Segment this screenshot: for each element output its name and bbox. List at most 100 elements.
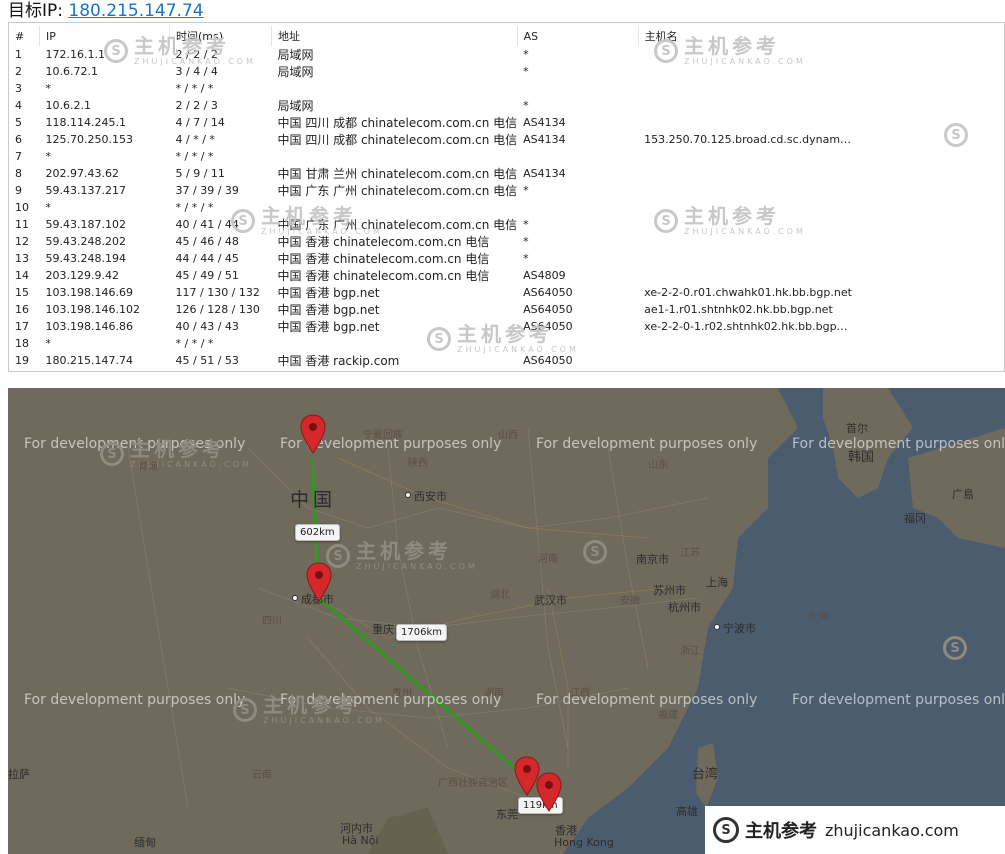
table-row[interactable]: 6 125.70.250.153 4 / * / * 中国 四川 成都 chinate… bbox=[9, 131, 852, 148]
hop-cell: 2 bbox=[15, 65, 22, 78]
table-row[interactable]: 19 180.215.147.74 45 / 51 / 53 中国 香港 rackip… bbox=[9, 352, 852, 369]
target-ip-label: 目标IP: bbox=[8, 1, 63, 21]
column-header-ip[interactable]: IP bbox=[39, 26, 170, 46]
as-cell: AS4134 bbox=[523, 167, 566, 180]
as-cell: AS64050 bbox=[523, 320, 573, 333]
table-row[interactable]: 8 202.97.43.62 5 / 9 / 11 中国 甘肃 兰州 chinatel… bbox=[9, 165, 852, 182]
time-cell: 5 / 9 / 11 bbox=[175, 167, 225, 180]
ip-cell: 180.215.147.74 bbox=[45, 354, 133, 367]
circle-s-icon: S bbox=[944, 123, 968, 147]
hop-cell: 14 bbox=[15, 269, 29, 282]
province-label: 山东 bbox=[648, 460, 668, 471]
hostname-cell bbox=[638, 165, 852, 182]
city-label: 武汉市 bbox=[534, 594, 567, 607]
as-cell: AS64050 bbox=[523, 286, 573, 299]
ip-cell: 59.43.187.102 bbox=[45, 218, 126, 231]
hostname-cell bbox=[638, 267, 852, 284]
hostname-cell bbox=[638, 63, 852, 80]
province-label: 宁夏回族 bbox=[363, 430, 403, 441]
table-row[interactable]: 12 59.43.248.202 45 / 46 / 48 中国 香港 chinate… bbox=[9, 233, 852, 250]
as-cell: AS64050 bbox=[523, 303, 573, 316]
distance-label: 1706km bbox=[396, 624, 447, 641]
hop-cell: 13 bbox=[15, 252, 29, 265]
province-label: 四川 bbox=[262, 616, 282, 627]
city-label: 重庆 bbox=[372, 623, 394, 636]
hop-cell: 4 bbox=[15, 99, 22, 112]
column-header-hostname[interactable]: 主机名 bbox=[638, 26, 852, 46]
province-label: 贵州 bbox=[392, 688, 412, 699]
ip-cell: * bbox=[45, 337, 52, 350]
table-row[interactable]: 15 103.198.146.69 117 / 130 / 132 中国 香港 bgp… bbox=[9, 284, 852, 301]
hostname-cell bbox=[638, 233, 852, 250]
as-cell bbox=[517, 148, 638, 165]
hop-cell: 9 bbox=[15, 184, 22, 197]
map-pin-icon[interactable] bbox=[306, 562, 332, 602]
address-cell: 中国 香港 bgp.net bbox=[277, 320, 380, 334]
table-row[interactable]: 9 59.43.137.217 37 / 39 / 39 中国 广东 广州 china… bbox=[9, 182, 852, 199]
map-pin-icon[interactable] bbox=[300, 414, 326, 454]
table-row[interactable]: 17 103.198.146.86 40 / 43 / 43 中国 香港 bgp.ne… bbox=[9, 318, 852, 335]
time-cell: 2 / 2 / 3 bbox=[175, 99, 218, 112]
address-cell: 局域网 bbox=[277, 48, 314, 62]
table-row[interactable]: 5 118.114.245.1 4 / 7 / 14 中国 四川 成都 chinate… bbox=[9, 114, 852, 131]
table-row[interactable]: 13 59.43.248.194 44 / 44 / 45 中国 香港 chinate… bbox=[9, 250, 852, 267]
city-label: Hà Nội bbox=[342, 834, 379, 847]
hop-cell: 6 bbox=[15, 133, 22, 146]
hostname-cell bbox=[638, 216, 852, 233]
watermark-logo: S bbox=[944, 123, 968, 147]
table-row[interactable]: 16 103.198.146.102 126 / 128 / 130 中国 香港 bg… bbox=[9, 301, 852, 318]
island-label-taiwan: 台湾 bbox=[692, 767, 719, 782]
route-map[interactable]: For development purposes only For develo… bbox=[8, 388, 1005, 854]
table-header-row: # IP 时间(ms) 地址 AS 主机名 bbox=[9, 26, 852, 46]
table-row[interactable]: 4 10.6.2.1 2 / 2 / 3 局域网 * bbox=[9, 97, 852, 114]
table-row[interactable]: 2 10.6.72.1 3 / 4 / 4 局域网 * bbox=[9, 63, 852, 80]
table-row[interactable]: 7 * * / * / * bbox=[9, 148, 852, 165]
hop-cell: 5 bbox=[15, 116, 22, 129]
target-ip-link[interactable]: 180.215.147.74 bbox=[68, 1, 203, 21]
as-cell: * bbox=[523, 48, 529, 61]
table-row[interactable]: 14 203.129.9.42 45 / 49 / 51 中国 香港 chinatel… bbox=[9, 267, 852, 284]
hostname-cell: ae1-1.r01.shtnhk02.hk.bb.bgp.net bbox=[644, 303, 833, 316]
hostname-cell: xe-2-2-0.r01.chwahk01.hk.bb.bgp.net bbox=[644, 286, 852, 299]
table-row[interactable]: 11 59.43.187.102 40 / 41 / 44 中国 广东 广州 chin… bbox=[9, 216, 852, 233]
column-header-address[interactable]: 地址 bbox=[271, 26, 518, 46]
ip-cell: * bbox=[45, 201, 52, 214]
distance-label: 602km bbox=[295, 524, 340, 541]
city-label: 南京市 bbox=[636, 553, 669, 566]
table-row[interactable]: 10 * * / * / * bbox=[9, 199, 852, 216]
ip-cell: * bbox=[45, 82, 52, 95]
map-pin-icon[interactable] bbox=[536, 772, 562, 812]
column-header-time[interactable]: 时间(ms) bbox=[169, 26, 272, 46]
hop-cell: 7 bbox=[15, 150, 22, 163]
hostname-cell bbox=[638, 250, 852, 267]
column-header-hop[interactable]: # bbox=[9, 26, 40, 46]
address-cell: 局域网 bbox=[277, 65, 314, 79]
province-label: 广西壮族自治区 bbox=[438, 778, 508, 789]
as-cell: * bbox=[523, 65, 529, 78]
ip-cell: 10.6.72.1 bbox=[45, 65, 98, 78]
ip-cell: 59.43.248.194 bbox=[45, 252, 126, 265]
address-cell bbox=[272, 335, 518, 352]
ip-cell: 59.43.137.217 bbox=[45, 184, 126, 197]
hostname-cell bbox=[638, 114, 852, 131]
table-row[interactable]: 18 * * / * / * bbox=[9, 335, 852, 352]
table-row[interactable]: 1 172.16.1.1 2 / 2 / 2 局域网 * bbox=[9, 46, 852, 63]
as-cell bbox=[517, 199, 638, 216]
table-row[interactable]: 3 * * / * / * bbox=[9, 80, 852, 97]
ip-cell: 118.114.245.1 bbox=[45, 116, 126, 129]
province-label: 安徽 bbox=[620, 596, 640, 607]
time-cell: 40 / 43 / 43 bbox=[175, 320, 239, 333]
column-header-as[interactable]: AS bbox=[517, 26, 639, 46]
ip-cell: 103.198.146.69 bbox=[45, 286, 133, 299]
city-label: 宁波市 bbox=[714, 622, 756, 635]
province-label: 青海 bbox=[138, 462, 158, 473]
ip-cell: 203.129.9.42 bbox=[45, 269, 119, 282]
as-cell: * bbox=[523, 252, 529, 265]
province-label: 浙江 bbox=[680, 646, 700, 657]
dev-notice: For development purposes only bbox=[280, 692, 502, 708]
brand-domain: zhujicankao.com bbox=[825, 820, 959, 840]
as-cell: * bbox=[523, 99, 529, 112]
ip-cell: 10.6.2.1 bbox=[45, 99, 91, 112]
city-label: 西安市 bbox=[405, 490, 447, 503]
city-label: 广島 bbox=[952, 488, 974, 501]
